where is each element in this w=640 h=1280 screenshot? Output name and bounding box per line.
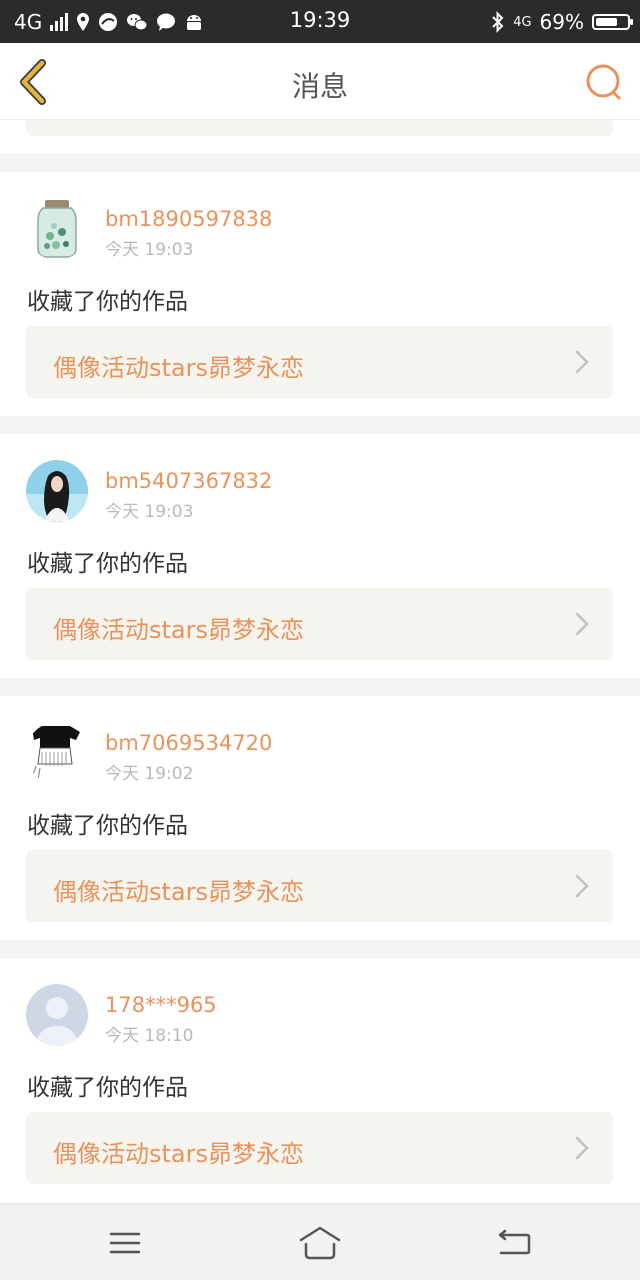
timestamp: 今天 19:03: [105, 502, 194, 522]
page-title: 消息: [291, 70, 348, 103]
chevron-right-icon: [575, 1136, 589, 1160]
jar-avatar-icon: [26, 198, 88, 260]
username[interactable]: bm5407367832: [105, 469, 272, 493]
notification-card: bm5407367832 今天 19:03 收藏了你的作品 偶像活动stars昴…: [0, 434, 640, 678]
previous-work-link-fragment[interactable]: [26, 120, 613, 136]
work-link[interactable]: 偶像活动stars昴梦永恋: [26, 1112, 613, 1184]
status-bar-right: 4G 69%: [491, 9, 633, 35]
chevron-right-icon: [575, 874, 589, 898]
chevron-right-icon: [575, 350, 589, 374]
battery-fill: [596, 18, 617, 26]
default-avatar-icon: [26, 984, 88, 1046]
app-screen: 4G 19:39 4G 69% 消息 bm1890597838 今天 19:03…: [0, 0, 640, 1280]
bluetooth-icon: [492, 11, 504, 33]
home-icon[interactable]: [298, 1223, 342, 1263]
action-text: 收藏了你的作品: [27, 551, 188, 577]
action-text: 收藏了你的作品: [27, 813, 188, 839]
battery-percent: 69%: [539, 10, 584, 34]
system-nav-bar: [0, 1204, 640, 1280]
work-title: 偶像活动stars昴梦永恋: [53, 1140, 304, 1168]
nav-header: 消息: [0, 43, 640, 120]
chevron-right-icon: [575, 612, 589, 636]
action-text: 收藏了你的作品: [27, 1075, 188, 1101]
girl-avatar-icon: [26, 460, 88, 522]
search-icon[interactable]: [582, 60, 626, 104]
menu-icon[interactable]: [103, 1223, 147, 1263]
username[interactable]: 178***965: [105, 993, 217, 1017]
timestamp: 今天 18:10: [105, 1026, 194, 1046]
avatar[interactable]: [26, 722, 88, 784]
back-icon[interactable]: [493, 1223, 537, 1263]
work-link[interactable]: 偶像活动stars昴梦永恋: [26, 850, 613, 922]
notification-card: bm7069534720 今天 19:02 收藏了你的作品 偶像活动stars昴…: [0, 696, 640, 940]
work-link[interactable]: 偶像活动stars昴梦永恋: [26, 326, 613, 398]
timestamp: 今天 19:02: [105, 764, 194, 784]
username[interactable]: bm7069534720: [105, 731, 272, 755]
username[interactable]: bm1890597838: [105, 207, 272, 231]
notification-card: bm1890597838 今天 19:03 收藏了你的作品 偶像活动stars昴…: [0, 172, 640, 416]
avatar[interactable]: [26, 460, 88, 522]
battery-icon: [592, 14, 633, 30]
sketch-avatar-icon: [26, 722, 88, 784]
action-text: 收藏了你的作品: [27, 289, 188, 315]
work-title: 偶像活动stars昴梦永恋: [53, 616, 304, 644]
work-link[interactable]: 偶像活动stars昴梦永恋: [26, 588, 613, 660]
status-bar: 4G 19:39 4G 69%: [0, 0, 640, 43]
4g-icon: 4G: [513, 14, 532, 30]
work-title: 偶像活动stars昴梦永恋: [53, 878, 304, 906]
previous-card-fragment: [0, 120, 640, 154]
notification-feed: bm1890597838 今天 19:03 收藏了你的作品 偶像活动stars昴…: [0, 120, 640, 1202]
work-title: 偶像活动stars昴梦永恋: [53, 354, 304, 382]
notification-card: 178***965 今天 18:10 收藏了你的作品 偶像活动stars昴梦永恋: [0, 958, 640, 1202]
timestamp: 今天 19:03: [105, 240, 194, 260]
avatar[interactable]: [26, 198, 88, 260]
avatar[interactable]: [26, 984, 88, 1046]
